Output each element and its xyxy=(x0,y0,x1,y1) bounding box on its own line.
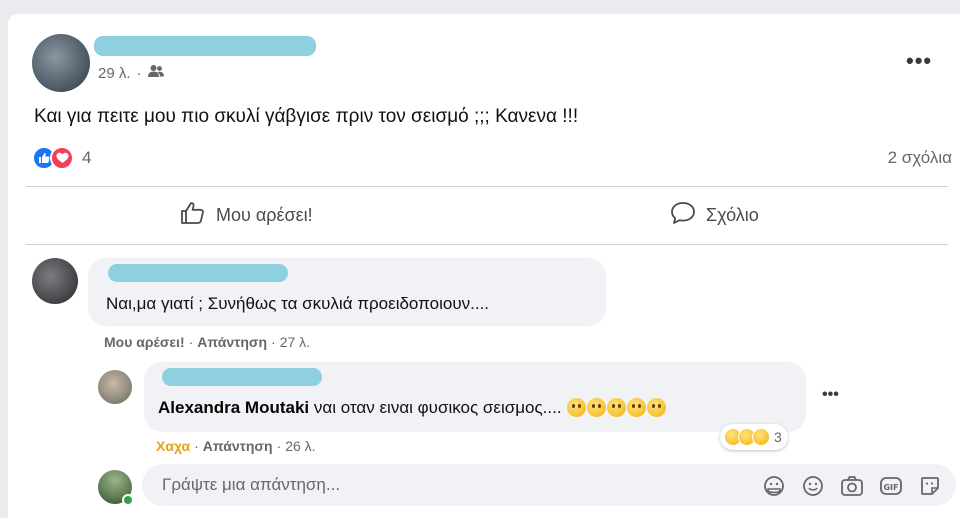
shocked-emoji-icon xyxy=(627,398,647,417)
reply-input-placeholder: Γράψτε μια απάντηση... xyxy=(162,475,341,494)
reply-actions: Χαχα · Απάντηση · 26 λ. xyxy=(156,438,316,454)
comment-actions: Μου αρέσει! · Απάντηση · 27 λ. xyxy=(104,334,311,350)
online-status-dot xyxy=(122,494,134,506)
post-reactions-summary[interactable]: 4 xyxy=(32,146,91,170)
gif-icon[interactable]: GIF xyxy=(878,473,903,498)
reply-author-name-redacted xyxy=(162,368,322,386)
avatar-sticker-icon[interactable] xyxy=(761,473,786,498)
comments-count-link[interactable]: 2 σχόλια xyxy=(888,148,952,168)
love-reaction-icon xyxy=(50,146,74,170)
shocked-emoji-icon xyxy=(647,398,667,417)
reply-reactions-summary[interactable]: 3 xyxy=(720,424,788,450)
reply-bubble: Alexandra Moutaki ναι οταν ειναι φυσικος… xyxy=(144,362,806,432)
comment-time[interactable]: 27 λ. xyxy=(280,334,310,350)
wink-emoji-icon xyxy=(587,398,607,417)
comment-text: Ναι,μα γιατί ; Συνήθως τα σκυλιά προειδο… xyxy=(106,294,490,313)
post-author-avatar[interactable] xyxy=(32,34,90,92)
reply-toolbar: GIF xyxy=(761,473,942,498)
like-button-label: Μου αρέσει! xyxy=(216,204,313,225)
comment-bubble: Ναι,μα γιατί ; Συνήθως τα σκυλιά προειδο… xyxy=(88,258,606,326)
commenter-name-redacted xyxy=(108,264,288,282)
wink-emoji-icon xyxy=(567,398,587,417)
post-time[interactable]: 29 λ. xyxy=(98,65,131,82)
svg-text:GIF: GIF xyxy=(883,483,898,492)
like-button[interactable]: Μου αρέσει! xyxy=(180,201,313,230)
commenter-avatar[interactable] xyxy=(32,258,78,304)
friends-audience-icon[interactable] xyxy=(147,64,164,82)
camera-icon[interactable] xyxy=(839,473,864,498)
comment-like-link[interactable]: Μου αρέσει! xyxy=(104,334,185,350)
comment-reply-link[interactable]: Απάντηση xyxy=(197,334,267,350)
comment-button-label: Σχόλιο xyxy=(706,204,759,225)
comment-button[interactable]: Σχόλιο xyxy=(670,201,759,230)
reply-reply-link[interactable]: Απάντηση xyxy=(203,438,273,454)
reply-more-options-button[interactable]: ••• xyxy=(822,386,839,404)
reply-reaction-count: 3 xyxy=(774,429,782,445)
thumbs-up-icon xyxy=(180,201,206,230)
post-author-name-redacted xyxy=(94,36,316,56)
sticker-icon[interactable] xyxy=(917,473,942,498)
post-card: 29 λ. · ••• Και για πειτε μου πιο σκυλί … xyxy=(8,14,960,518)
reply-reaction-link[interactable]: Χαχα xyxy=(156,438,190,454)
reply-text-body: ναι οταν ειναι φυσικος σεισμος.... xyxy=(313,398,562,417)
post-meta-separator: · xyxy=(136,64,142,82)
haha-reaction-icon xyxy=(752,428,770,446)
reply-text: Alexandra Moutaki ναι οταν ειναι φυσικος… xyxy=(158,398,667,418)
comment-bubble-icon xyxy=(670,201,696,230)
tagged-user-link[interactable]: Alexandra Moutaki xyxy=(158,398,309,417)
reaction-count: 4 xyxy=(82,148,92,167)
divider xyxy=(26,244,948,245)
divider xyxy=(26,186,948,187)
reply-input[interactable]: Γράψτε μια απάντηση... GIF xyxy=(142,464,956,506)
emoji-icon[interactable] xyxy=(800,473,825,498)
reply-time[interactable]: 26 λ. xyxy=(285,438,315,454)
post-meta: 29 λ. · xyxy=(98,64,164,82)
post-more-options-button[interactable]: ••• xyxy=(906,48,932,74)
shocked-emoji-icon xyxy=(607,398,627,417)
reply-author-avatar[interactable] xyxy=(98,370,132,404)
post-text: Και για πειτε μου πιο σκυλί γάβγισε πριν… xyxy=(34,106,579,127)
